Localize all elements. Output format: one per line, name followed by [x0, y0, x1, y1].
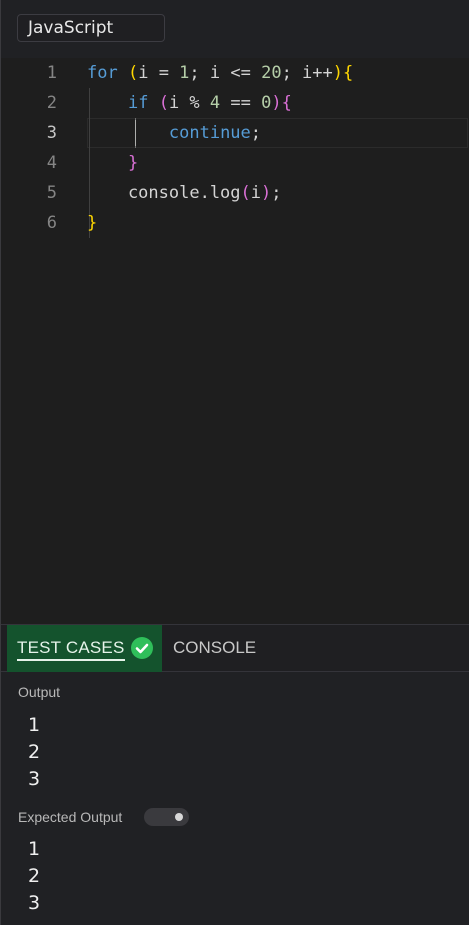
- code-runner-app: JavaScript 1 for (i = 1; i <= 20; i++){ …: [0, 0, 469, 925]
- output-value: 3: [28, 768, 41, 790]
- tab-test-cases-label: TEST CASES: [17, 638, 125, 661]
- line-number: 5: [46, 183, 57, 203]
- code-line-text: if (i % 4 == 0){: [127, 93, 292, 113]
- language-select[interactable]: JavaScript: [17, 14, 165, 42]
- expected-output-value: 2: [28, 865, 41, 887]
- line-number: 2: [46, 93, 57, 113]
- code-line-text: }: [87, 213, 98, 233]
- output-value: 2: [28, 741, 41, 763]
- expected-output-label: Expected Output: [18, 809, 123, 825]
- code-line[interactable]: 6 }: [1, 208, 469, 238]
- code-line[interactable]: 2 if (i % 4 == 0){: [1, 88, 469, 118]
- editor-toolbar: JavaScript: [1, 0, 469, 59]
- line-number: 1: [46, 63, 57, 83]
- code-line-text: console.log(i);: [87, 183, 282, 203]
- code-editor[interactable]: 1 for (i = 1; i <= 20; i++){ 2 if (i % 4…: [1, 58, 469, 624]
- tab-test-cases[interactable]: TEST CASES: [7, 625, 162, 672]
- test-results: Output 1 2 3 Expected Output 1 2 3: [1, 672, 469, 925]
- toggle-knob: [175, 813, 183, 821]
- code-line[interactable]: 5 console.log(i);: [1, 178, 469, 208]
- result-panel-tabs: TEST CASES CONSOLE: [1, 624, 469, 672]
- expected-output-value: 3: [28, 892, 41, 914]
- code-line[interactable]: 4 }: [1, 148, 469, 178]
- output-value: 1: [28, 714, 41, 736]
- line-number: 3: [46, 123, 57, 143]
- code-line[interactable]: 1 for (i = 1; i <= 20; i++){: [1, 58, 469, 88]
- tab-console[interactable]: CONSOLE: [173, 638, 256, 658]
- expected-output-toggle[interactable]: [144, 808, 189, 826]
- line-number: 6: [46, 213, 57, 233]
- output-label: Output: [18, 684, 61, 700]
- check-circle-icon: [131, 637, 153, 659]
- line-number: 4: [46, 153, 57, 173]
- code-line[interactable]: 3 continue;: [1, 118, 469, 148]
- code-line-text: }: [127, 153, 139, 173]
- code-line-text: for (i = 1; i <= 20; i++){: [87, 63, 354, 83]
- expected-output-value: 1: [28, 838, 41, 860]
- code-line-text: continue;: [168, 123, 262, 143]
